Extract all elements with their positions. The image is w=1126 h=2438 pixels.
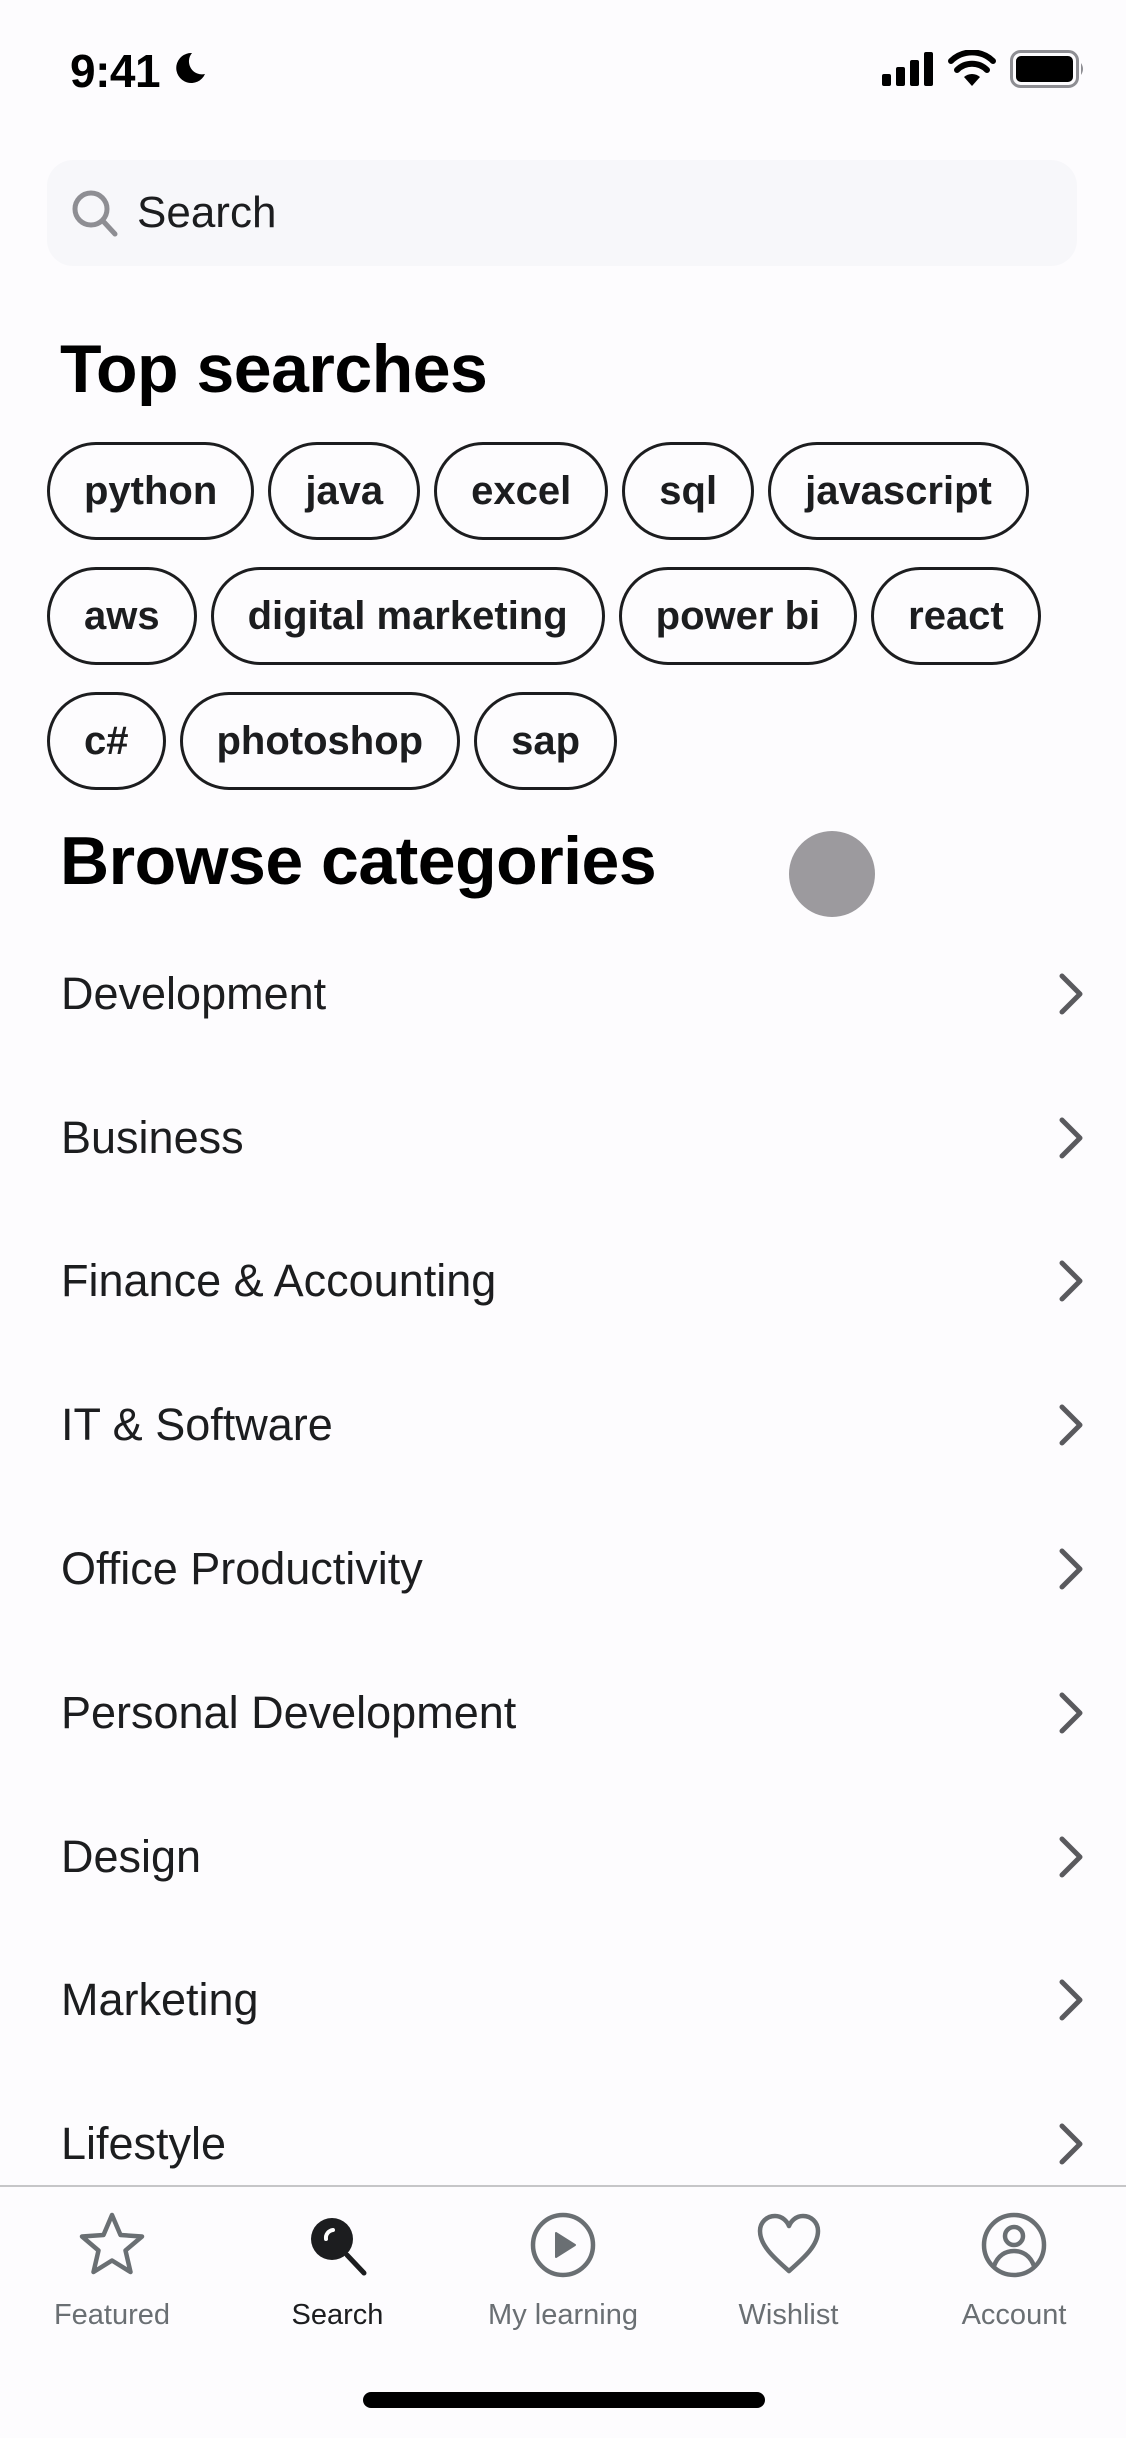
category-label: Lifestyle — [61, 2118, 227, 2170]
search-chip[interactable]: java — [268, 442, 421, 540]
tab-label: Featured — [53, 2299, 171, 2331]
chevron-right-icon — [1059, 973, 1083, 1015]
home-indicator[interactable] — [363, 2392, 765, 2408]
tab-label: My learning — [488, 2299, 638, 2331]
tab-wishlist[interactable]: Wishlist — [699, 2187, 879, 2332]
search-input[interactable] — [137, 188, 1077, 238]
category-row[interactable]: Design — [0, 1785, 1126, 1929]
category-label: Office Productivity — [61, 1543, 423, 1595]
chevron-right-icon — [1059, 1117, 1083, 1159]
play-circle-icon — [530, 2212, 596, 2278]
heart-icon — [757, 2213, 820, 2274]
tab-label: Search — [291, 2299, 384, 2331]
tab-search[interactable]: Search — [248, 2187, 428, 2332]
touch-indicator — [789, 831, 875, 917]
category-label: Design — [61, 1830, 202, 1882]
category-row[interactable]: IT & Software — [0, 1353, 1126, 1497]
search-chip[interactable]: python — [47, 442, 255, 540]
category-row[interactable]: Development — [0, 922, 1126, 1066]
tab-label: Wishlist — [738, 2299, 839, 2331]
account-icon — [981, 2212, 1047, 2278]
chevron-right-icon — [1059, 1260, 1083, 1302]
chevron-right-icon — [1059, 1836, 1083, 1878]
chevron-right-icon — [1059, 1692, 1083, 1734]
search-icon — [310, 2218, 366, 2276]
tab-featured[interactable]: Featured — [22, 2187, 202, 2332]
search-chip[interactable]: photoshop — [179, 692, 461, 790]
tab-my-learning[interactable]: My learning — [473, 2187, 653, 2332]
category-list: Development Business Finance & Accountin… — [0, 922, 1126, 2216]
search-chip[interactable]: sql — [622, 442, 755, 540]
category-label: Personal Development — [61, 1686, 517, 1738]
top-searches-heading: Top searches — [60, 331, 488, 407]
search-chip[interactable]: aws — [47, 567, 197, 665]
wifi-icon — [948, 50, 996, 86]
search-chip[interactable]: power bi — [618, 567, 858, 665]
tab-account[interactable]: Account — [924, 2187, 1104, 2332]
category-row[interactable]: Office Productivity — [0, 1497, 1126, 1641]
search-chip[interactable]: sap — [474, 692, 618, 790]
category-row[interactable]: Finance & Accounting — [0, 1210, 1126, 1354]
tab-label: Account — [961, 2299, 1067, 2331]
star-icon — [79, 2212, 145, 2275]
search-chip[interactable]: excel — [434, 442, 609, 540]
category-label: Business — [61, 1111, 244, 1163]
category-label: IT & Software — [61, 1399, 333, 1451]
browse-categories-heading: Browse categories — [60, 823, 657, 899]
chevron-right-icon — [1059, 1979, 1083, 2021]
category-label: Marketing — [61, 1974, 259, 2026]
chevron-right-icon — [1059, 2123, 1083, 2165]
top-searches-chips: python java excel sql javascript aws dig… — [47, 442, 1087, 790]
category-label: Development — [61, 967, 327, 1019]
chevron-right-icon — [1059, 1548, 1083, 1590]
battery-icon — [1010, 50, 1083, 88]
category-row[interactable]: Personal Development — [0, 1641, 1126, 1785]
chevron-right-icon — [1059, 1404, 1083, 1446]
category-row[interactable]: Business — [0, 1066, 1126, 1210]
search-chip[interactable]: javascript — [768, 442, 1029, 540]
search-chip[interactable]: digital marketing — [210, 567, 605, 665]
category-row[interactable]: Marketing — [0, 1929, 1126, 2073]
search-icon — [72, 190, 118, 237]
category-label: Finance & Accounting — [61, 1255, 497, 1307]
signal-icon — [882, 52, 933, 86]
moon-icon — [176, 52, 205, 83]
search-field[interactable] — [47, 160, 1077, 266]
search-chip[interactable]: c# — [47, 692, 166, 790]
search-chip[interactable]: react — [871, 567, 1041, 665]
status-time: 9:41 — [70, 45, 161, 97]
